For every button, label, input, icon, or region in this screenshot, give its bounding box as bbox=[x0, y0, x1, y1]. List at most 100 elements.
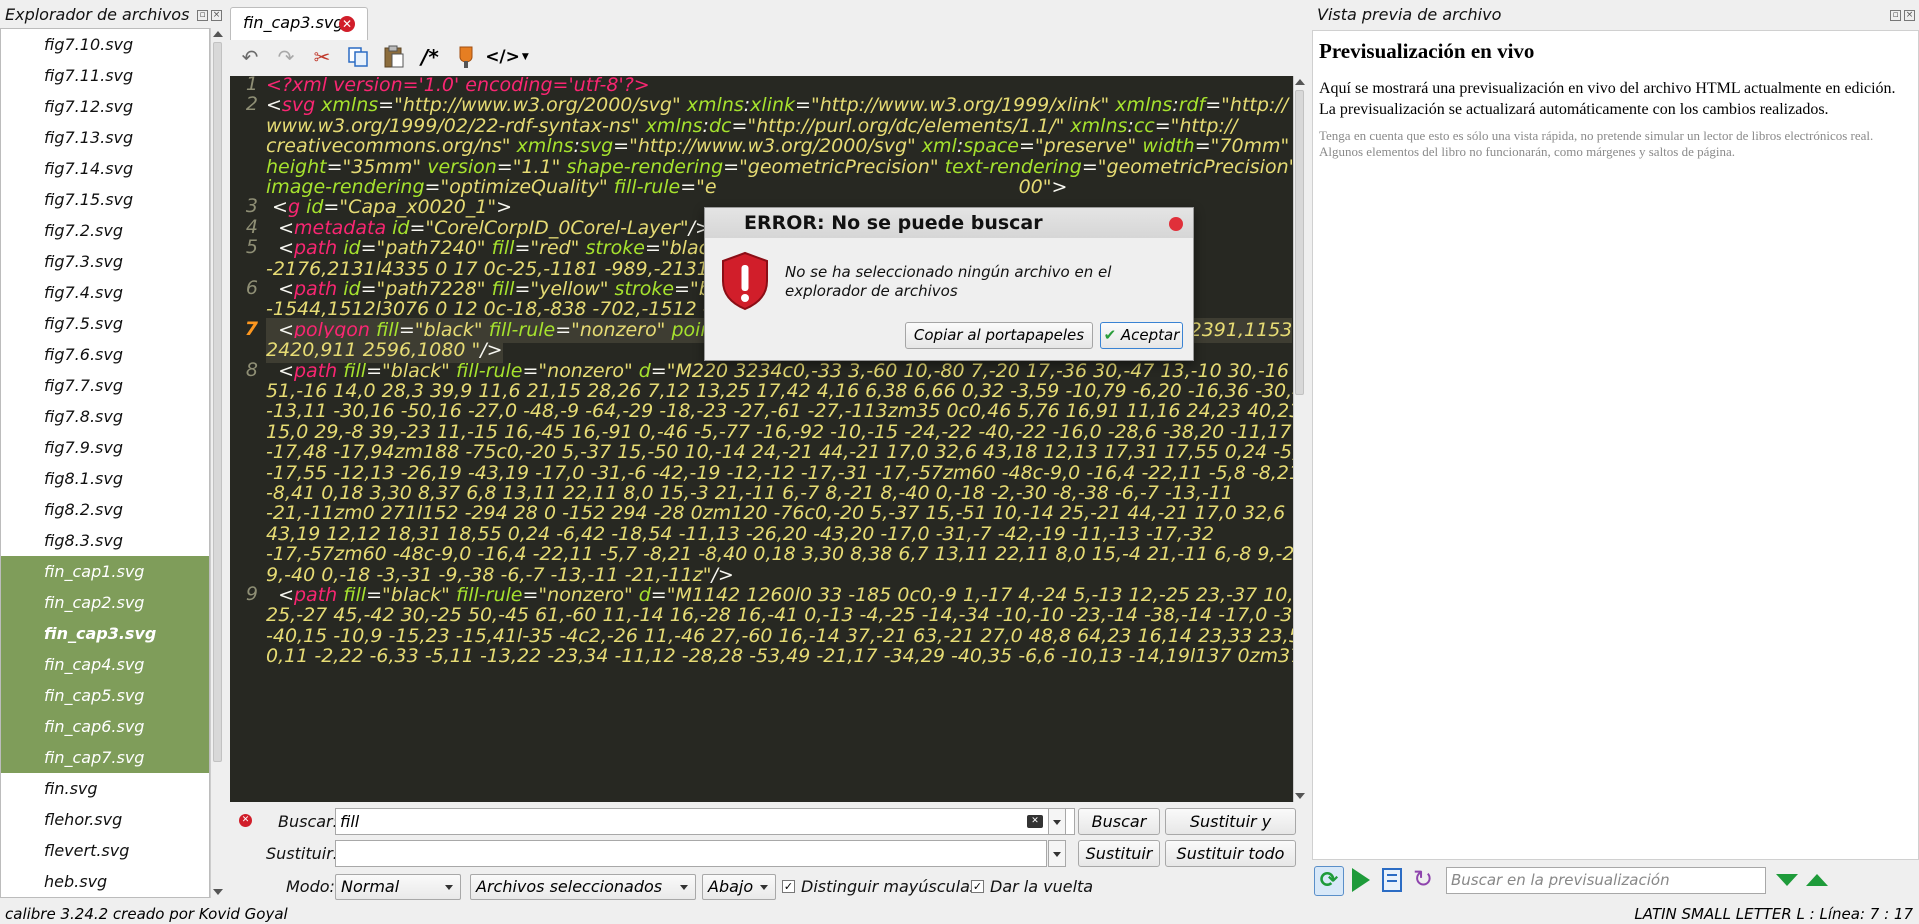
float-panel-icon[interactable]: ▫ bbox=[1890, 10, 1901, 21]
comment-icon[interactable]: /* bbox=[415, 42, 445, 72]
file-list-item[interactable]: fig7.12.svg bbox=[1, 91, 209, 122]
scroll-down-icon[interactable] bbox=[1295, 793, 1305, 799]
preview-search-input[interactable]: Buscar en la previsualización bbox=[1446, 867, 1766, 894]
code-token: "e bbox=[696, 176, 717, 198]
tab-fin-cap3[interactable]: fin_cap3.svg ✕ bbox=[230, 7, 368, 40]
file-list-item[interactable]: fin_cap6.svg bbox=[1, 711, 209, 742]
file-list-item[interactable]: fig8.3.svg bbox=[1, 525, 209, 556]
file-list-item[interactable]: fig7.10.svg bbox=[1, 29, 209, 60]
file-list-item[interactable]: heb.svg bbox=[1, 866, 209, 897]
status-right: LATIN SMALL LETTER L : Línea: 7 : 17 bbox=[1634, 905, 1913, 923]
code-area[interactable]: <?xml version='1.0' encoding='utf-8'?> <s… bbox=[266, 76, 1298, 802]
file-list-item[interactable]: flevert.svg bbox=[1, 835, 209, 866]
scroll-up-icon[interactable] bbox=[1295, 79, 1305, 85]
preview-toolbar: ⟳ ↻ Buscar en la previsualización bbox=[1312, 862, 1919, 900]
file-list-scrollbar[interactable] bbox=[210, 28, 224, 898]
scrollbar-thumb[interactable] bbox=[213, 42, 222, 762]
file-list-item[interactable]: fin_cap2.svg bbox=[1, 587, 209, 618]
file-list-item[interactable]: fin_cap4.svg bbox=[1, 649, 209, 680]
mode-label: Modo: bbox=[286, 877, 335, 896]
file-list-item[interactable]: fig7.11.svg bbox=[1, 60, 209, 91]
mode-select[interactable]: Normal bbox=[335, 874, 461, 900]
insert-tag-icon[interactable]: </> ▼ bbox=[485, 42, 529, 72]
undo-icon[interactable]: ↶ bbox=[235, 42, 265, 72]
status-left: calibre 3.24.2 creado por Kovid Goyal bbox=[5, 905, 288, 923]
editor-scrollbar[interactable] bbox=[1293, 76, 1305, 802]
close-search-icon[interactable]: ✕ bbox=[239, 814, 252, 827]
dialog-close-icon[interactable] bbox=[1169, 217, 1183, 231]
file-list-item[interactable]: fig7.6.svg bbox=[1, 339, 209, 370]
file-list-item[interactable]: fin_cap7.svg bbox=[1, 742, 209, 773]
scroll-down-icon[interactable] bbox=[213, 889, 223, 895]
dialog-title: ERROR: No se puede buscar bbox=[744, 212, 1043, 234]
line-number: 2 bbox=[245, 93, 258, 116]
case-sensitive-label: Distinguir mayúsculas bbox=[801, 877, 979, 896]
preview-title-text: Vista previa de archivo bbox=[1317, 5, 1502, 24]
split-view-icon[interactable] bbox=[1382, 868, 1402, 892]
file-list-item[interactable]: fig7.15.svg bbox=[1, 184, 209, 215]
search-previous-icon[interactable] bbox=[1806, 874, 1828, 886]
file-list-item[interactable]: fig7.2.svg bbox=[1, 215, 209, 246]
clear-find-icon[interactable]: ✕ bbox=[1027, 815, 1043, 828]
scroll-up-icon[interactable] bbox=[213, 31, 223, 37]
refresh-icon[interactable]: ⟳ bbox=[1314, 866, 1344, 896]
code-editor[interactable]: 12 345 6 7 8 9 <?xml version='1.0' encoding='… bbox=[230, 76, 1298, 802]
file-list-item[interactable]: fig8.2.svg bbox=[1, 494, 209, 525]
copy-icon[interactable] bbox=[343, 42, 373, 72]
float-panel-icon[interactable]: ▫ bbox=[197, 10, 208, 21]
pretty-print-icon[interactable] bbox=[451, 42, 481, 72]
wrap-label: Dar la vuelta bbox=[990, 877, 1094, 896]
wrap-checkbox[interactable]: ✓ bbox=[971, 880, 984, 893]
replace-button[interactable]: Sustituir bbox=[1078, 840, 1160, 867]
file-list[interactable]: fig7.10.svg fig7.11.svg fig7.12.svg fig7.13… bbox=[0, 28, 210, 898]
ok-button[interactable]: ✔ Aceptar bbox=[1100, 322, 1183, 349]
file-list-item[interactable]: fin.svg bbox=[1, 773, 209, 804]
code-token: > bbox=[1051, 176, 1068, 198]
replace-and-find-button[interactable]: Sustituir y buscar bbox=[1165, 808, 1296, 856]
file-list-item[interactable]: fig7.13.svg bbox=[1, 122, 209, 153]
replace-all-button[interactable]: Sustituir todo bbox=[1165, 840, 1296, 867]
code-token: "geometricPrecision" bbox=[1097, 155, 1298, 178]
file-list-item[interactable]: fin_cap3.svg bbox=[1, 618, 209, 649]
close-panel-icon[interactable]: × bbox=[1904, 10, 1915, 21]
replace-input[interactable] bbox=[335, 840, 1047, 867]
code-token: 00" bbox=[1018, 176, 1052, 198]
case-sensitive-checkbox[interactable]: ✓ bbox=[782, 880, 795, 893]
scope-select[interactable]: Archivos seleccionados bbox=[470, 874, 696, 900]
line-number: 7 bbox=[244, 317, 258, 340]
paste-icon[interactable] bbox=[379, 42, 409, 72]
line-number: 3 bbox=[245, 195, 258, 218]
copy-to-clipboard-button[interactable]: Copiar al portapapeles bbox=[905, 322, 1093, 349]
code-token: = bbox=[680, 176, 697, 198]
cut-icon[interactable]: ✂ bbox=[307, 42, 337, 72]
redo-icon[interactable]: ↷ bbox=[271, 42, 301, 72]
file-list-item[interactable]: flehor.svg bbox=[1, 804, 209, 835]
find-input[interactable]: fill bbox=[335, 808, 1075, 835]
scrollbar-thumb[interactable] bbox=[1295, 90, 1304, 395]
file-list-item[interactable]: fig7.14.svg bbox=[1, 153, 209, 184]
reload-icon[interactable]: ↻ bbox=[1410, 864, 1436, 894]
live-preview[interactable]: Previsualización en vivo Aquí se mostrar… bbox=[1312, 30, 1919, 860]
file-list-item[interactable]: fin_cap1.svg bbox=[1, 556, 209, 587]
file-list-item[interactable]: fig8.1.svg bbox=[1, 463, 209, 494]
replace-history-dropdown[interactable] bbox=[1048, 840, 1066, 867]
replace-label: Sustituir: bbox=[266, 844, 339, 863]
file-list-item[interactable]: fig7.4.svg bbox=[1, 277, 209, 308]
file-list-item[interactable]: fig7.3.svg bbox=[1, 246, 209, 277]
file-list-item[interactable]: fig7.8.svg bbox=[1, 401, 209, 432]
file-list-item[interactable]: fig7.5.svg bbox=[1, 308, 209, 339]
auto-refresh-play-icon[interactable] bbox=[1352, 868, 1370, 892]
tab-label: fin_cap3.svg bbox=[243, 13, 344, 32]
direction-select[interactable]: Abajo bbox=[702, 874, 776, 900]
search-next-icon[interactable] bbox=[1776, 874, 1798, 886]
close-panel-icon[interactable]: × bbox=[211, 10, 222, 21]
close-tab-icon[interactable]: ✕ bbox=[339, 16, 355, 32]
search-panel: ✕ Buscar: fill ✕ Buscar Sustituir y busc… bbox=[230, 806, 1310, 906]
file-list-item[interactable]: fig7.9.svg bbox=[1, 432, 209, 463]
error-dialog: ERROR: No se puede buscar No se ha selec… bbox=[704, 207, 1194, 361]
file-browser-title: Explorador de archivos ▫ × bbox=[0, 0, 226, 30]
file-list-item[interactable]: fig7.7.svg bbox=[1, 370, 209, 401]
find-history-dropdown[interactable] bbox=[1048, 808, 1066, 835]
find-button[interactable]: Buscar bbox=[1078, 808, 1160, 835]
file-list-item[interactable]: fin_cap5.svg bbox=[1, 680, 209, 711]
